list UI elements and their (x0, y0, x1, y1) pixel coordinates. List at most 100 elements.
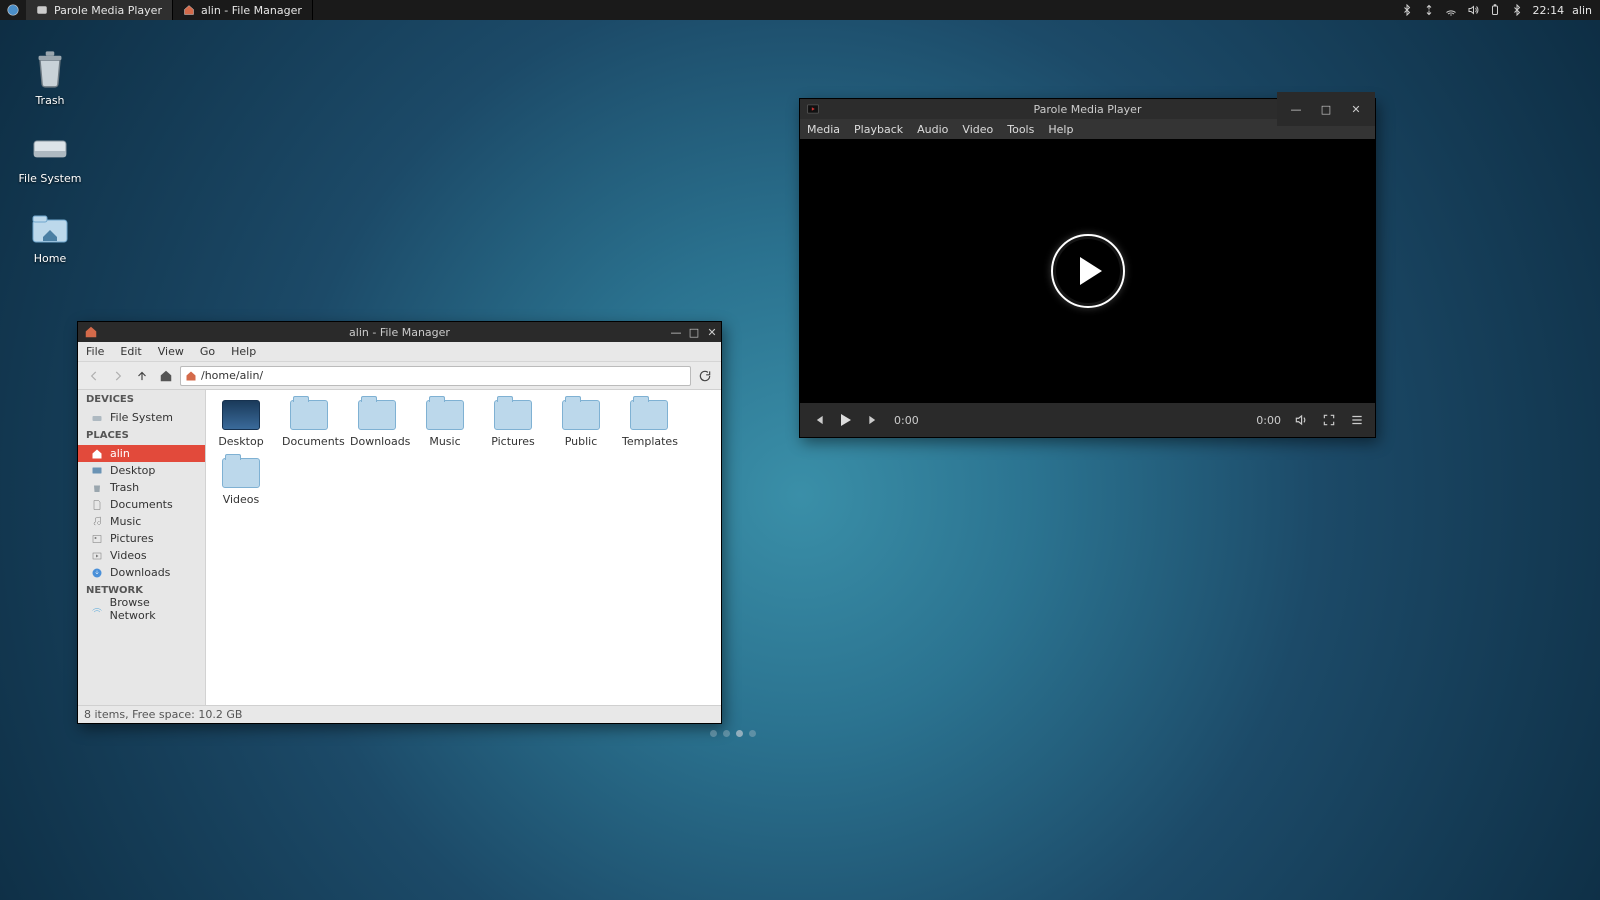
folder-documents[interactable]: Documents (282, 400, 336, 448)
video-area[interactable] (800, 139, 1375, 403)
minimize-button[interactable]: — (1287, 99, 1305, 119)
play-overlay-button[interactable] (1051, 234, 1125, 308)
trash-icon (90, 481, 104, 495)
media-titlebar[interactable]: Parole Media Player — □ ✕ (800, 99, 1375, 119)
home-icon (185, 370, 197, 382)
folder-icon (222, 400, 260, 430)
videos-icon (90, 549, 104, 563)
menu-view[interactable]: View (150, 345, 192, 358)
time-elapsed: 0:00 (894, 414, 919, 427)
desktop-icon-filesystem[interactable]: File System (10, 128, 90, 185)
folder-icon (290, 400, 328, 430)
drive-icon (90, 411, 104, 425)
user-menu[interactable]: alin (1572, 4, 1592, 17)
sidebar-item-downloads[interactable]: Downloads (78, 564, 205, 581)
previous-button[interactable] (810, 412, 826, 428)
minimize-button[interactable]: — (667, 322, 685, 342)
menu-video[interactable]: Video (955, 123, 1000, 136)
sidebar-item-label: Desktop (110, 464, 155, 477)
home-button[interactable] (156, 366, 176, 386)
sidebar-head-places: PLACES (78, 426, 205, 445)
desktop-icon-home[interactable]: Home (10, 208, 90, 265)
forward-button[interactable] (108, 366, 128, 386)
sidebar-item-filesystem[interactable]: File System (78, 409, 205, 426)
sidebar-item-label: Videos (110, 549, 147, 562)
path-bar[interactable]: /home/alin/ (180, 366, 691, 386)
folder-desktop[interactable]: Desktop (214, 400, 268, 448)
sidebar-item-home[interactable]: alin (78, 445, 205, 462)
sidebar-item-videos[interactable]: Videos (78, 547, 205, 564)
close-button[interactable]: ✕ (703, 322, 721, 342)
menu-file[interactable]: File (78, 345, 112, 358)
sidebar-item-label: Downloads (110, 566, 170, 579)
media-controls: 0:00 0:00 (800, 403, 1375, 437)
sidebar-item-music[interactable]: Music (78, 513, 205, 530)
filemanager-status: 8 items, Free space: 10.2 GB (78, 705, 721, 723)
folder-downloads[interactable]: Downloads (350, 400, 404, 448)
sidebar-item-pictures[interactable]: Pictures (78, 530, 205, 547)
up-button[interactable] (132, 366, 152, 386)
music-icon (90, 515, 104, 529)
menu-edit[interactable]: Edit (112, 345, 149, 358)
time-total: 0:00 (1256, 414, 1281, 427)
reload-button[interactable] (695, 366, 715, 386)
folder-templates[interactable]: Templates (622, 400, 676, 448)
folder-icon (358, 400, 396, 430)
network-icon[interactable] (1444, 3, 1458, 17)
taskbar-label: Parole Media Player (54, 4, 162, 17)
volume-icon[interactable] (1466, 3, 1480, 17)
taskbar-item-filemanager[interactable]: alin - File Manager (173, 0, 313, 20)
play-icon (1080, 257, 1102, 285)
sidebar-item-documents[interactable]: Documents (78, 496, 205, 513)
workspace-indicator[interactable] (710, 730, 756, 737)
folder-icon (494, 400, 532, 430)
next-button[interactable] (866, 412, 882, 428)
sidebar-item-trash[interactable]: Trash (78, 479, 205, 496)
taskbar-item-parole[interactable]: Parole Media Player (26, 0, 173, 20)
folder-public[interactable]: Public (554, 400, 608, 448)
trash-icon (30, 50, 70, 90)
sidebar-head-devices: DEVICES (78, 390, 205, 409)
desktop-icon (90, 464, 104, 478)
sidebar-item-label: alin (110, 447, 130, 460)
playlist-button[interactable] (1349, 412, 1365, 428)
maximize-button[interactable]: □ (685, 322, 703, 342)
sidebar-item-label: Documents (110, 498, 173, 511)
volume-button[interactable] (1293, 412, 1309, 428)
back-button[interactable] (84, 366, 104, 386)
menu-help[interactable]: Help (1041, 123, 1080, 136)
sidebar-item-desktop[interactable]: Desktop (78, 462, 205, 479)
sidebar-item-network[interactable]: Browse Network (78, 600, 205, 617)
menu-tools[interactable]: Tools (1000, 123, 1041, 136)
menu-playback[interactable]: Playback (847, 123, 910, 136)
folder-music[interactable]: Music (418, 400, 472, 448)
menu-media[interactable]: Media (800, 123, 847, 136)
filemanager-content[interactable]: Desktop Documents Downloads Music Pictur… (206, 390, 721, 705)
folder-icon (562, 400, 600, 430)
drive-icon (30, 128, 70, 168)
clock[interactable]: 22:14 (1532, 4, 1564, 17)
updates-icon[interactable] (1422, 3, 1436, 17)
bluetooth-icon[interactable] (1400, 3, 1414, 17)
filemanager-titlebar[interactable]: alin - File Manager — □ ✕ (78, 322, 721, 342)
folder-pictures[interactable]: Pictures (486, 400, 540, 448)
menu-audio[interactable]: Audio (910, 123, 955, 136)
xfce-mouse-icon (6, 3, 20, 17)
battery-icon[interactable] (1488, 3, 1502, 17)
network-icon (90, 602, 104, 616)
menu-go[interactable]: Go (192, 345, 223, 358)
close-button[interactable]: ✕ (1347, 99, 1365, 119)
bluetooth2-icon[interactable] (1510, 3, 1524, 17)
maximize-button[interactable]: □ (1317, 99, 1335, 119)
fullscreen-button[interactable] (1321, 412, 1337, 428)
filemanager-window: alin - File Manager — □ ✕ File Edit View… (77, 321, 722, 724)
play-icon (841, 414, 851, 426)
downloads-icon (90, 566, 104, 580)
top-panel: Parole Media Player alin - File Manager … (0, 0, 1600, 20)
applications-menu-button[interactable] (0, 0, 26, 20)
desktop-icon-trash[interactable]: Trash (10, 50, 90, 107)
folder-videos[interactable]: Videos (214, 458, 268, 506)
play-button[interactable] (838, 412, 854, 428)
menu-help[interactable]: Help (223, 345, 264, 358)
folder-label: Pictures (486, 435, 540, 448)
